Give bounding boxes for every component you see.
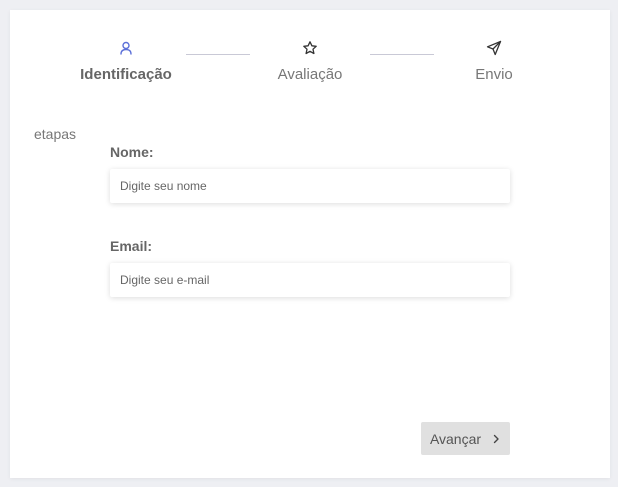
form-card: Identificação Avaliação Envio etapas Nom… [10,10,610,478]
step-label: Identificação [80,66,172,83]
send-icon [486,40,502,56]
star-icon [303,41,317,55]
next-button-label: Avançar [429,430,482,447]
email-label: Email: [110,238,153,254]
steps-caption: etapas [34,126,77,142]
name-label: Nome: [110,144,154,160]
step-avaliacao: Avaliação [240,40,380,83]
name-input[interactable] [110,169,510,203]
step-label: Envio [475,66,513,83]
next-button[interactable]: Avançar [421,422,510,455]
user-icon [120,41,132,55]
chevron-right-icon [493,434,499,443]
step-identificacao: Identificação [56,40,196,83]
email-input[interactable] [110,263,510,297]
step-envio: Envio [424,40,564,83]
step-label: Avaliação [277,66,343,83]
